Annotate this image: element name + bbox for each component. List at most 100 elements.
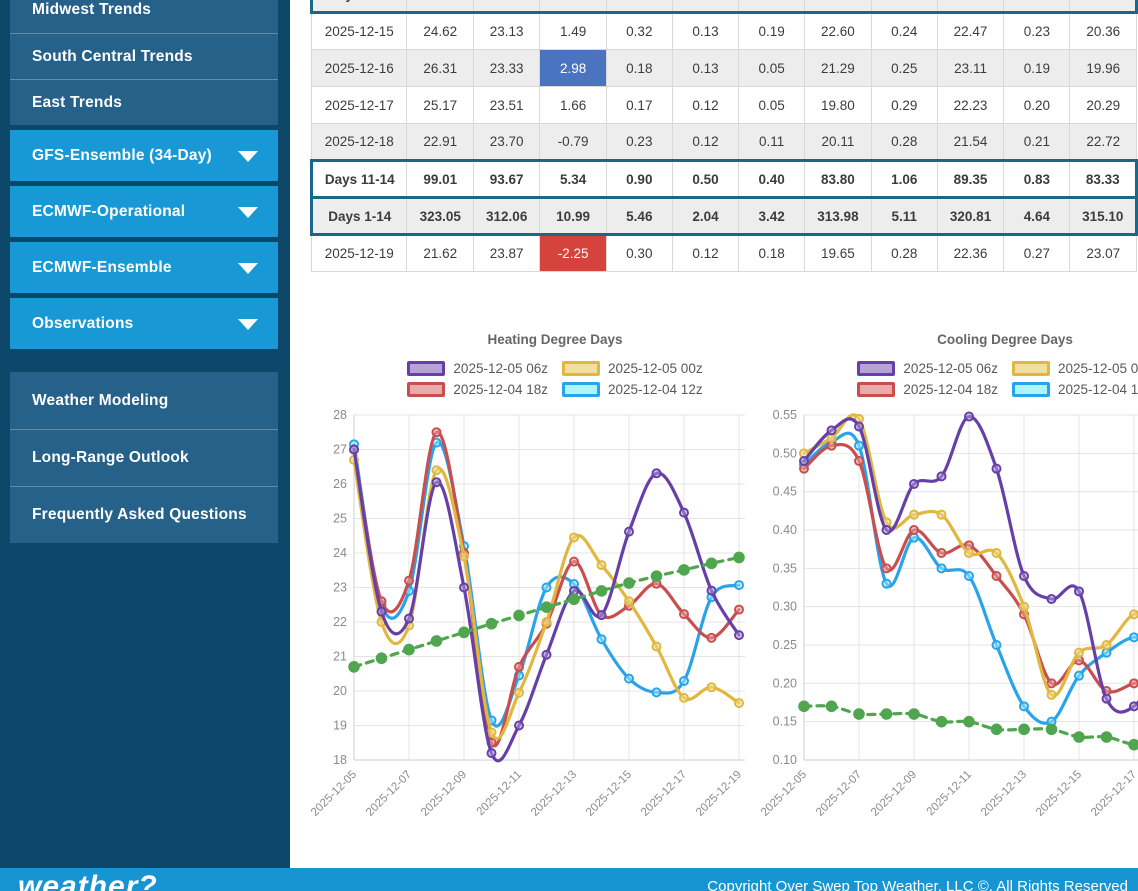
cell: 93.67 [473, 161, 539, 198]
legend-item-2025-12-05-00z[interactable]: 2025-12-05 00z [562, 361, 703, 376]
cell: 231.46 [937, 0, 1003, 13]
legend-item-2025-12-05-00z[interactable]: 2025-12-05 00z [1012, 361, 1138, 376]
sidebar-pages-group: Weather ModelingLong-Range Outlook Freque… [10, 372, 278, 543]
data-point [514, 611, 524, 621]
footer: weather? Copyright Over Swep Top Weather… [0, 868, 1138, 891]
legend-label: 2025-12-05 06z [903, 361, 998, 376]
data-point [570, 533, 578, 541]
legend-item-2025-12-05-06z[interactable]: 2025-12-05 06z [407, 361, 548, 376]
cell: 22.23 [937, 87, 1003, 124]
sidebar-item-observations[interactable]: Observations [10, 298, 278, 349]
footer-logo[interactable]: weather? [18, 872, 158, 891]
data-point [679, 565, 689, 575]
chart-cooling-degree-days: Cooling Degree Days2025-12-05 06z2025-12… [760, 328, 1138, 835]
data-point [882, 709, 892, 719]
cell: 21.62 [407, 235, 473, 272]
data-point [598, 611, 606, 619]
charts-row: Heating Degree Days2025-12-05 06z2025-12… [310, 328, 1138, 835]
sidebar-item-east-trends[interactable]: East Trends [10, 79, 278, 125]
data-point [653, 469, 661, 477]
sidebar-item-long-range-outlook[interactable]: Long-Range Outlook [10, 429, 278, 486]
sidebar-item-frequently-asked-questions[interactable]: Frequently Asked Questions [10, 486, 278, 543]
data-point [1048, 595, 1056, 603]
legend-item-2025-12-04-18z[interactable]: 2025-12-04 18z [857, 382, 998, 397]
data-point [910, 511, 918, 519]
data-point [680, 509, 688, 517]
svg-text:21: 21 [333, 650, 347, 664]
sidebar-item-ecmwf-ensemble[interactable]: ECMWF-Ensemble [10, 242, 278, 293]
data-point [735, 699, 743, 707]
legend-label: 2025-12-04 12z [608, 382, 703, 397]
svg-text:0.25: 0.25 [773, 638, 797, 652]
data-point [937, 717, 947, 727]
legend-item-2025-12-04-12z[interactable]: 2025-12-04 12z [1012, 382, 1138, 397]
cell: 1.06 [871, 161, 937, 198]
svg-text:0.45: 0.45 [773, 485, 797, 499]
data-point [883, 580, 891, 588]
cell: 23.51 [473, 87, 539, 124]
chart-plot-heating-degree-days[interactable]: 18192021222324252627282025-12-052025-12-… [310, 405, 760, 830]
legend-item-2025-12-05-06z[interactable]: 2025-12-05 06z [857, 361, 998, 376]
cell: 0.25 [871, 50, 937, 87]
sidebar-item-gfs-ensemble-34-day[interactable]: GFS-Ensemble (34-Day) [10, 130, 278, 181]
cell: 4.56 [606, 0, 672, 13]
data-point [910, 480, 918, 488]
row-label: Days 11-14 [312, 161, 407, 198]
data-point [1103, 695, 1111, 703]
cell: 0.19 [739, 13, 805, 50]
cell: 0.30 [606, 235, 672, 272]
data-point [1074, 732, 1084, 742]
svg-text:26: 26 [333, 477, 347, 491]
data-point [993, 641, 1001, 649]
cell: 24.62 [407, 13, 473, 50]
cell: 22.36 [937, 235, 1003, 272]
legend-item-2025-12-04-12z[interactable]: 2025-12-04 12z [562, 382, 703, 397]
legend-label: 2025-12-05 00z [608, 361, 703, 376]
table-row-2025-12-18: 2025-12-1822.9123.70-0.790.230.120.1120.… [312, 124, 1137, 161]
data-point [854, 709, 864, 719]
data-point [624, 578, 634, 588]
data-point [680, 677, 688, 685]
sidebar-item-south-central-trends[interactable]: South Central Trends [10, 33, 278, 79]
sidebar-item-midwest-trends[interactable]: Midwest Trends [10, 0, 278, 33]
data-point [680, 694, 688, 702]
data-point [349, 662, 359, 672]
data-point [883, 564, 891, 572]
svg-text:24: 24 [333, 546, 347, 560]
cell: 23.87 [473, 235, 539, 272]
cell: 23.07 [1070, 235, 1137, 272]
svg-text:2025-12-11: 2025-12-11 [925, 769, 974, 818]
legend-swatch [562, 382, 600, 397]
data-point [405, 615, 413, 623]
chart-plot-cooling-degree-days[interactable]: 0.100.150.200.250.300.350.400.450.500.55… [760, 405, 1138, 830]
legend-swatch [857, 382, 895, 397]
data-point [543, 584, 551, 592]
data-point [1019, 725, 1029, 735]
data-point [734, 553, 744, 563]
cell: -0.79 [540, 124, 606, 161]
sidebar-item-label: ECMWF-Ensemble [32, 259, 172, 277]
legend-swatch [562, 361, 600, 376]
data-point [828, 426, 836, 434]
data-point [1130, 610, 1138, 618]
cell: 3.42 [739, 198, 805, 235]
cell: 3.81 [1004, 0, 1070, 13]
cell: 19.65 [805, 235, 871, 272]
cell: 0.18 [739, 235, 805, 272]
svg-text:0.20: 0.20 [773, 676, 797, 690]
table-row-2025-12-17: 2025-12-1725.1723.511.660.170.120.0519.8… [312, 87, 1137, 124]
svg-text:27: 27 [333, 443, 347, 457]
data-point [488, 728, 496, 736]
data-point [625, 528, 633, 536]
legend-item-2025-12-04-18z[interactable]: 2025-12-04 18z [407, 382, 548, 397]
svg-text:0.35: 0.35 [773, 561, 797, 575]
data-point [405, 577, 413, 585]
sidebar-item-label: Frequently Asked Questions [32, 506, 247, 524]
cell: 1.66 [540, 87, 606, 124]
sidebar-item-ecmwf-operational[interactable]: ECMWF-Operational [10, 186, 278, 237]
cell: 218.39 [473, 0, 539, 13]
sidebar-item-weather-modeling[interactable]: Weather Modeling [10, 372, 278, 429]
legend-swatch [1012, 361, 1050, 376]
svg-text:2025-12-11: 2025-12-11 [475, 769, 524, 818]
cell: 3.02 [739, 0, 805, 13]
